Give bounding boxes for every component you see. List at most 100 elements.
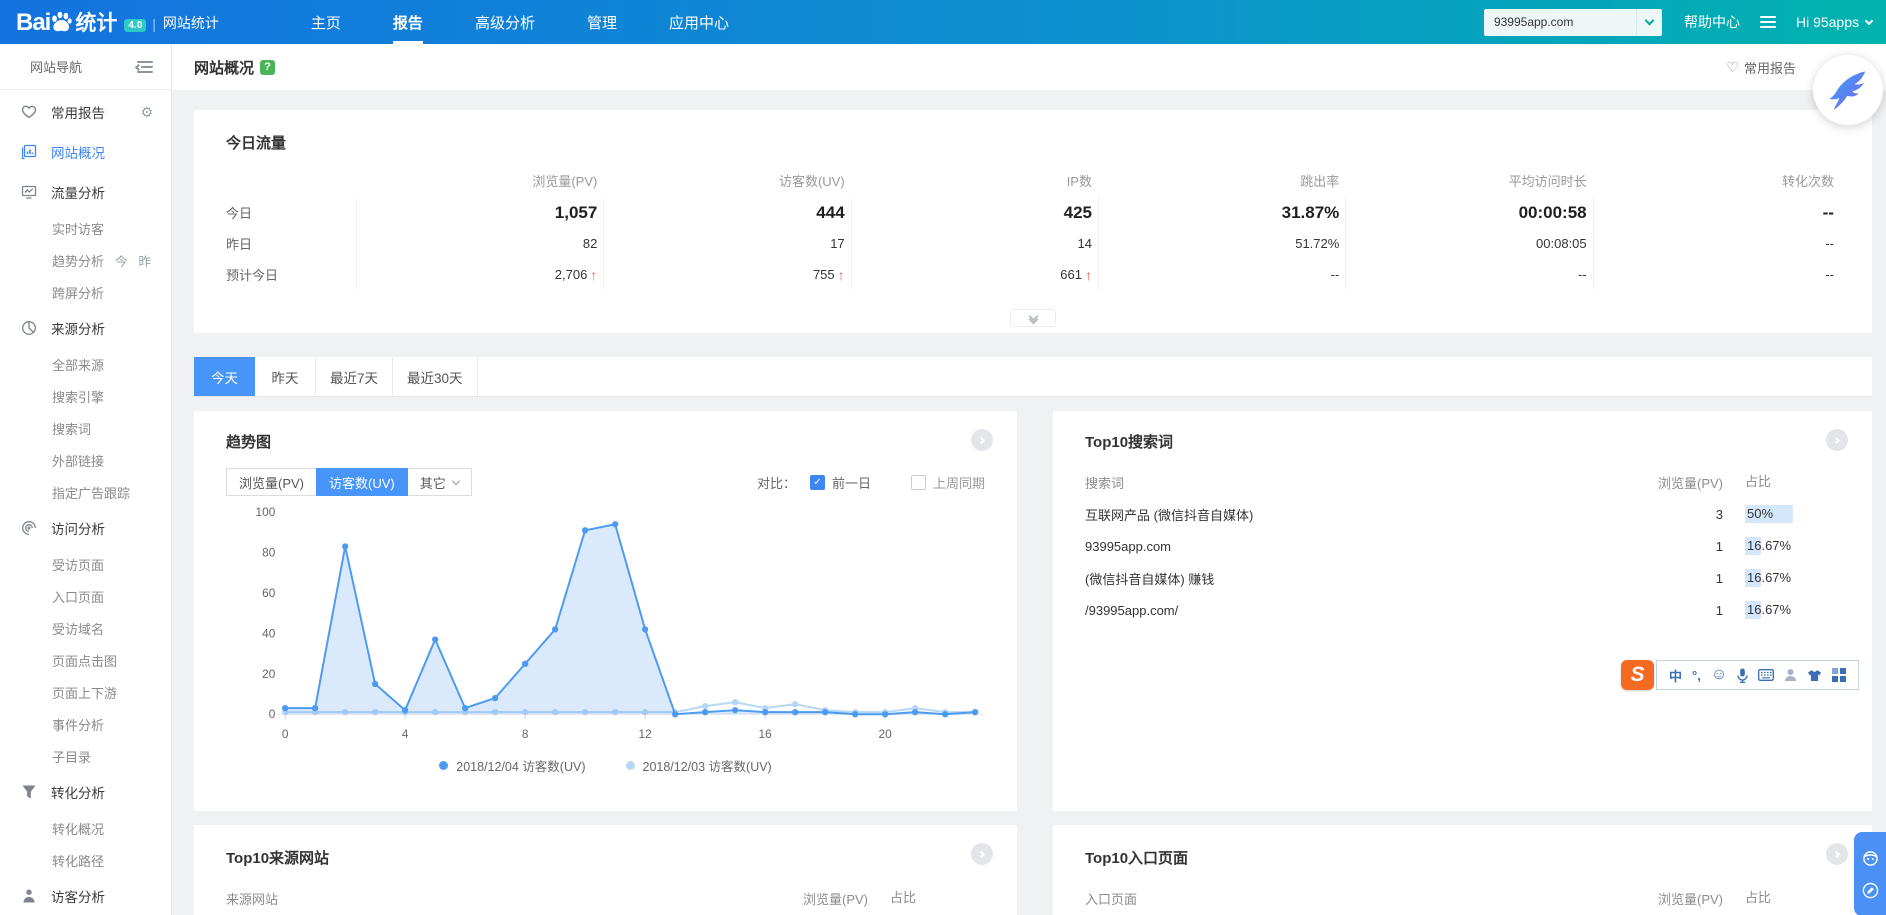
sidebar-item-页面上下游[interactable]: 页面上下游 xyxy=(0,676,171,708)
emoji-icon[interactable]: ☺ xyxy=(1711,666,1727,684)
sidebar-label: 搜索词 xyxy=(52,421,92,437)
punctuation-icon[interactable]: °, xyxy=(1692,668,1701,683)
sidebar-item-外部链接[interactable]: 外部链接 xyxy=(0,444,171,476)
heart-icon xyxy=(20,104,37,121)
chinese-mode-icon[interactable]: 中 xyxy=(1669,666,1682,685)
sidebar-section-转化分析[interactable]: 转化分析 xyxy=(0,772,171,812)
sidebar-section-常用报告[interactable]: 常用报告 ⚙ xyxy=(0,92,171,132)
compare-option-前一日[interactable]: ✓ 前一日 xyxy=(809,473,871,492)
sidebar-label: 跨屏分析 xyxy=(52,285,105,301)
sidebar-section-访问分析[interactable]: 访问分析 xyxy=(0,508,171,548)
sidebar-section-网站概况[interactable]: 网站概况 xyxy=(0,132,171,172)
customer-service-icon xyxy=(1862,850,1878,866)
menu-icon[interactable] xyxy=(1759,13,1776,31)
today-traffic-row-昨日: 昨日 82 17 14 51.72% 00:08:05 -- xyxy=(226,228,1840,259)
trend-line-chart[interactable]: 0 20 40 60 80 100 0 4 8 12 16 20 xyxy=(226,502,985,751)
pct-cell: 16.67% xyxy=(1745,568,1840,588)
sidebar: 网站导航 常用报告 ⚙ 网站概况 流量分析 实时访客 趋势分析今昨跨屏分析来源分析 全部来源… xyxy=(0,44,172,915)
help-center-link[interactable]: 帮助中心 xyxy=(1684,12,1740,32)
baidu-tongji-logo[interactable]: Bai 统计 4.0 | 网站统计 xyxy=(16,9,219,36)
user-menu[interactable]: Hi 95apps xyxy=(1796,14,1874,30)
row-label: 今日 xyxy=(226,206,253,221)
sidebar-item-趋势分析[interactable]: 趋势分析今昨 xyxy=(0,244,171,276)
legend-item[interactable]: 2018/12/04 访客数(UV) xyxy=(439,756,586,775)
gear-icon[interactable]: ⚙ xyxy=(140,104,153,121)
metric-button-其它[interactable]: 其它 xyxy=(406,468,472,496)
sidebar-item-转化概况[interactable]: 转化概况 xyxy=(0,812,171,844)
svg-text:60: 60 xyxy=(262,586,276,600)
pct-value: 50% xyxy=(1747,506,1774,521)
pct-cell: 16.67% xyxy=(1745,600,1840,620)
nav-item-报告[interactable]: 报告 xyxy=(367,0,449,44)
sidebar-label: 转化概况 xyxy=(52,821,105,837)
column-header: 平均访问时长 xyxy=(1508,173,1587,189)
sidebar-section-访客分析[interactable]: 访客分析 xyxy=(0,876,171,915)
nav-item-应用中心[interactable]: 应用中心 xyxy=(643,0,755,44)
sidebar-item-搜索引擎[interactable]: 搜索引擎 xyxy=(0,380,171,412)
sidebar-section-流量分析[interactable]: 流量分析 xyxy=(0,172,171,212)
sidebar-item-事件分析[interactable]: 事件分析 xyxy=(0,708,171,740)
help-badge[interactable]: ? xyxy=(260,59,276,75)
checkbox-unchecked-icon[interactable] xyxy=(910,474,926,490)
sidebar-item-搜索词[interactable]: 搜索词 xyxy=(0,412,171,444)
logo-text-tongji: 统计 xyxy=(75,11,118,35)
metric-button-浏览量(PV)[interactable]: 浏览量(PV) xyxy=(226,468,318,496)
monitor-icon xyxy=(20,184,37,201)
sidebar-item-跨屏分析[interactable]: 跨屏分析 xyxy=(0,276,171,308)
nav-item-管理[interactable]: 管理 xyxy=(561,0,643,44)
microphone-icon[interactable] xyxy=(1737,668,1748,683)
feedback-pencil-icon xyxy=(1862,882,1878,898)
nav-item-高级分析[interactable]: 高级分析 xyxy=(449,0,561,44)
collapse-panel-button[interactable] xyxy=(1010,309,1056,327)
more-grid-icon[interactable] xyxy=(1832,668,1847,682)
sidebar-section-来源分析[interactable]: 来源分析 xyxy=(0,308,171,348)
compare-group: 对比： ✓ 前一日 上周同期 xyxy=(757,473,985,492)
date-tab-今天[interactable]: 今天 xyxy=(194,357,255,396)
sidebar-item-入口页面[interactable]: 入口页面 xyxy=(0,580,171,612)
panel-more-arrow-icon[interactable] xyxy=(1826,843,1848,865)
date-tab-昨天[interactable]: 昨天 xyxy=(255,357,316,396)
nav-item-主页[interactable]: 主页 xyxy=(285,0,367,44)
logo-text-bai: Bai xyxy=(16,8,51,36)
sidebar-item-指定广告跟踪[interactable]: 指定广告跟踪 xyxy=(0,476,171,508)
compare-options: ✓ 前一日 上周同期 xyxy=(796,473,985,492)
spiral-icon xyxy=(20,520,37,537)
sidebar-nav-title: 网站导航 xyxy=(30,60,83,75)
sidebar-item-页面点击图[interactable]: 页面点击图 xyxy=(0,644,171,676)
trend-chart-card: 趋势图 浏览量(PV) 访客数(UV) 其它 对比： ✓ 前一日 上周同期 0 20 40 6… xyxy=(194,411,1017,811)
site-select[interactable]: 93995app.com xyxy=(1483,8,1662,36)
metric-button-访客数(UV)[interactable]: 访客数(UV) xyxy=(316,468,408,496)
sidebar-tag-今[interactable]: 今 xyxy=(115,251,128,270)
product-name: 网站统计 xyxy=(162,14,219,31)
sidebar-item-子目录[interactable]: 子目录 xyxy=(0,740,171,772)
keyboard-icon[interactable] xyxy=(1758,669,1775,681)
chevron-down-icon xyxy=(1864,16,1874,26)
sidebar-item-实时访客[interactable]: 实时访客 xyxy=(0,212,171,244)
sidebar-item-转化路径[interactable]: 转化路径 xyxy=(0,844,171,876)
service-feedback-widget[interactable] xyxy=(1854,832,1886,915)
sidebar-label: 受访页面 xyxy=(52,557,105,573)
chevron-down-icon[interactable] xyxy=(1635,8,1662,36)
collapse-sidebar-icon[interactable] xyxy=(134,60,153,73)
row-label: 预计今日 xyxy=(226,268,279,283)
compare-option-上周同期[interactable]: 上周同期 xyxy=(910,473,985,492)
page-title: 网站概况 xyxy=(194,59,255,77)
panel-more-arrow-icon[interactable] xyxy=(971,429,993,451)
date-tab-最近30天[interactable]: 最近30天 xyxy=(393,357,478,396)
fav-reports-link[interactable]: ♡ 常用报告 xyxy=(1726,58,1796,77)
download-assistant-widget[interactable] xyxy=(1813,55,1883,125)
skin-shirt-icon[interactable] xyxy=(1807,669,1822,682)
checkbox-checked-icon[interactable]: ✓ xyxy=(809,474,825,490)
column-header: 跳出率 xyxy=(1300,173,1340,189)
panel-more-arrow-icon[interactable] xyxy=(971,843,993,865)
panel-more-arrow-icon[interactable] xyxy=(1826,429,1848,451)
sidebar-item-受访页面[interactable]: 受访页面 xyxy=(0,548,171,580)
legend-item[interactable]: 2018/12/03 访客数(UV) xyxy=(625,756,772,775)
svg-text:80: 80 xyxy=(262,546,276,560)
sidebar-item-全部来源[interactable]: 全部来源 xyxy=(0,348,171,380)
sidebar-item-受访域名[interactable]: 受访域名 xyxy=(0,612,171,644)
date-tab-最近7天[interactable]: 最近7天 xyxy=(316,357,394,396)
account-icon[interactable] xyxy=(1784,668,1797,682)
sogou-logo-icon[interactable]: S xyxy=(1621,660,1654,690)
sidebar-tag-昨[interactable]: 昨 xyxy=(139,251,152,270)
